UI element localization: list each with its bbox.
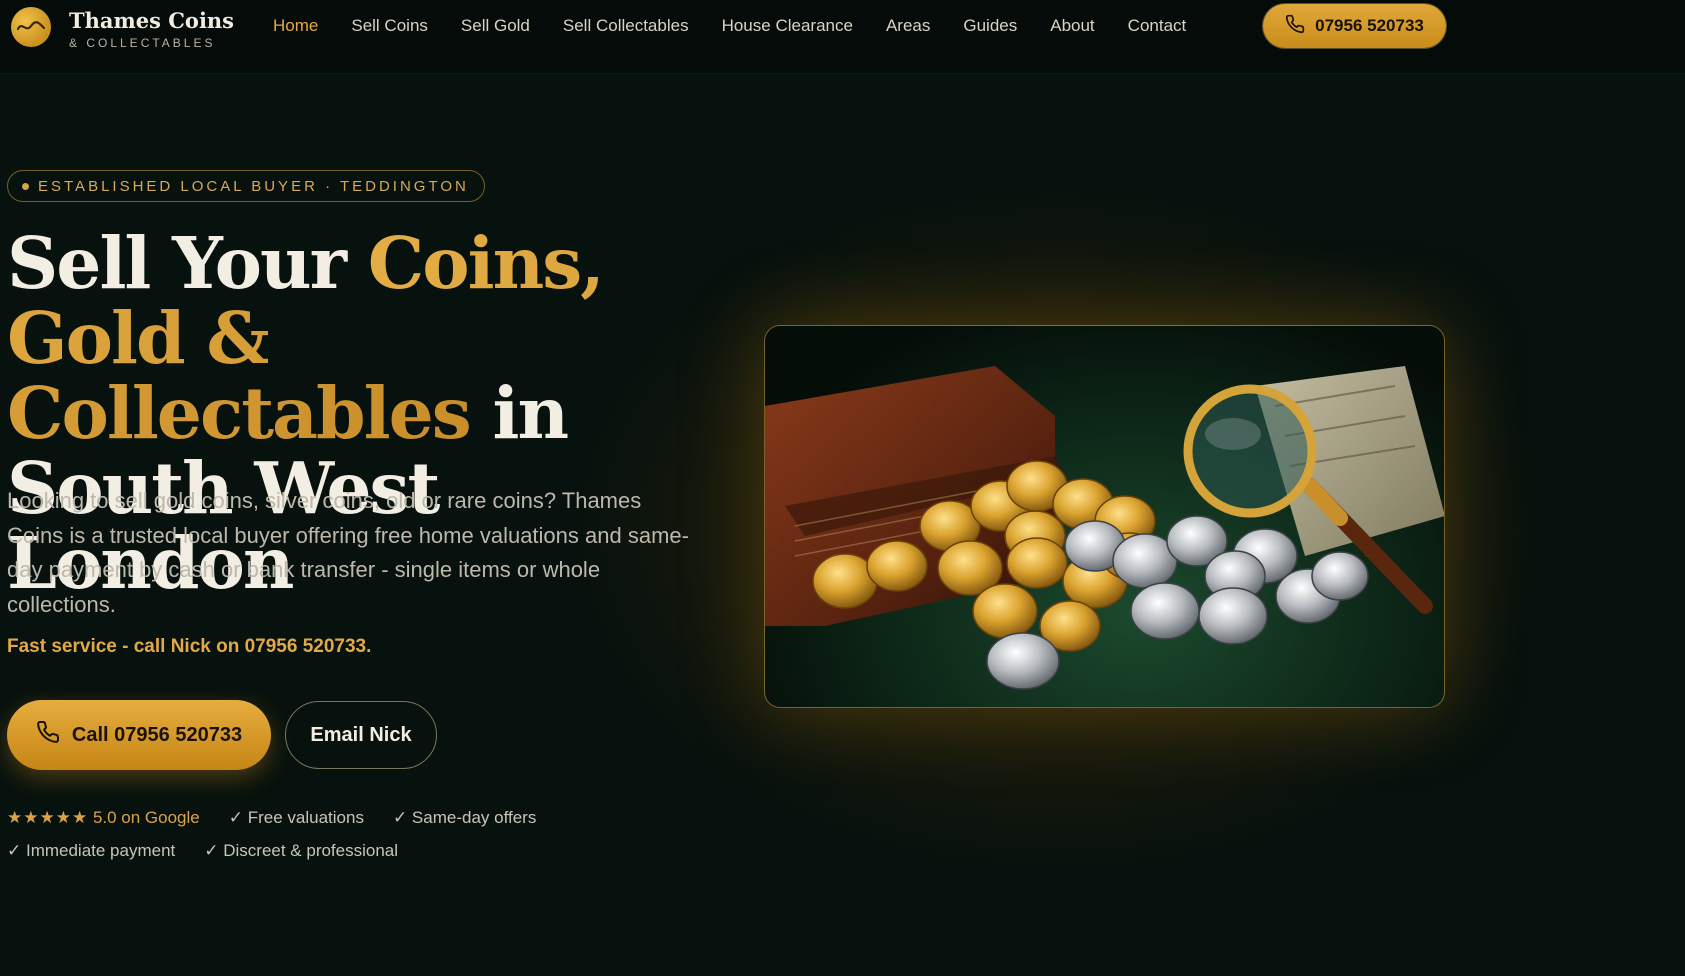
nav-item-guides[interactable]: Guides [963, 15, 1017, 37]
nav-links: Home Sell Coins Sell Gold Sell Collectab… [273, 15, 1219, 37]
call-button-label: Call 07956 520733 [71, 723, 243, 746]
email-button[interactable]: Email Nick [285, 701, 437, 769]
hero-badge: ESTABLISHED LOCAL BUYER · TEDDINGTON [7, 170, 485, 202]
hero-description: Looking to sell gold coins, silver coins… [7, 488, 689, 617]
badge-text: ESTABLISHED LOCAL BUYER · TEDDINGTON [38, 177, 469, 195]
google-rating: ★★★★★ 5.0 on Google [7, 808, 200, 828]
trust-item: ✓ Immediate payment [7, 841, 176, 860]
phone-icon [1285, 14, 1305, 39]
hero-coins-image [764, 325, 1445, 708]
nav-item-sell-collectables[interactable]: Sell Collectables [563, 15, 689, 37]
nav-item-about[interactable]: About [1050, 15, 1094, 37]
nav-item-house-clearance[interactable]: House Clearance [722, 15, 853, 37]
brand-subtitle: & COLLECTABLES [69, 36, 216, 50]
email-button-label: Email Nick [310, 723, 412, 746]
trust-row: ★★★★★ 5.0 on Google ✓ Free valuations ✓ … [7, 808, 536, 828]
nav-item-contact[interactable]: Contact [1128, 15, 1187, 37]
trust-item: ✓ Free valuations [228, 808, 364, 827]
star-rating-icon: ★★★★★ [7, 808, 89, 827]
nav-item-sell-gold[interactable]: Sell Gold [461, 15, 530, 37]
hero-title-part1: Sell Your [7, 221, 368, 305]
trust-item: ✓ Discreet & professional [204, 841, 399, 860]
trust-row: ✓ Immediate payment ✓ Discreet & profess… [7, 841, 398, 861]
phone-icon [36, 720, 60, 750]
badge-dot-icon [22, 182, 29, 190]
fast-service-text: Fast service - call Nick on 07956 520733… [7, 636, 372, 657]
nav-item-home[interactable]: Home [273, 15, 318, 37]
call-button[interactable]: Call 07956 520733 [7, 700, 271, 770]
brand-name[interactable]: Thames Coins [69, 8, 234, 33]
nav-item-areas[interactable]: Areas [886, 15, 930, 37]
nav-item-sell-coins[interactable]: Sell Coins [351, 15, 428, 37]
top-navigation: Thames Coins & COLLECTABLES Home Sell Co… [0, 0, 1685, 74]
trust-item: ✓ Same-day offers [392, 808, 537, 827]
gold-coin-logo-icon[interactable] [11, 7, 51, 47]
nav-phone-button[interactable]: 07956 520733 [1263, 4, 1446, 48]
nav-phone-label: 07956 520733 [1315, 16, 1424, 35]
rating-text: 5.0 on Google [92, 808, 200, 827]
